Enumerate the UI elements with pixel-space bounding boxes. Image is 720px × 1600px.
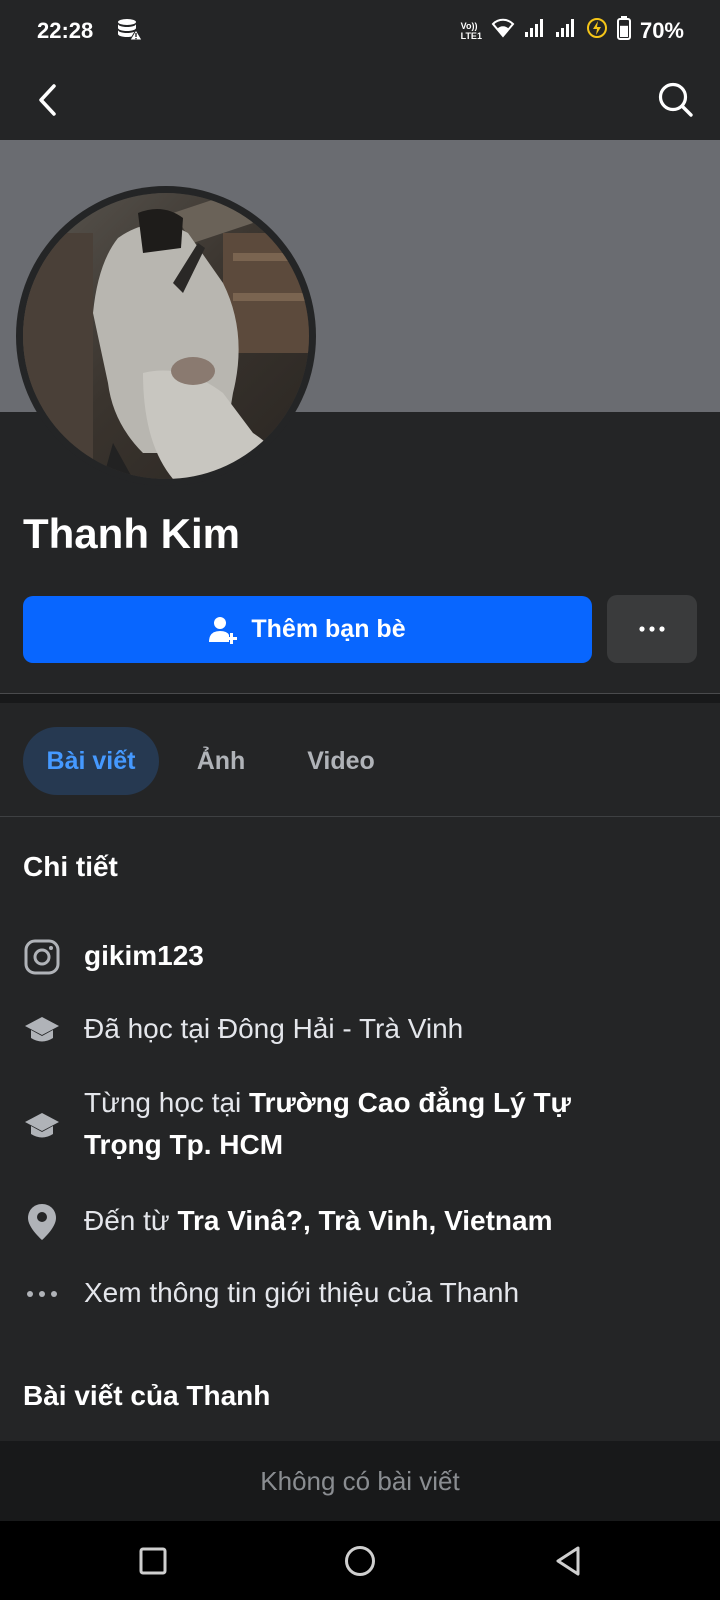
detail-see-about[interactable]: Xem thông tin giới thiệu của Thanh <box>0 1272 720 1316</box>
home-button[interactable] <box>340 1541 380 1581</box>
status-time: 22:28 <box>37 18 94 43</box>
back-nav-button[interactable] <box>548 1541 588 1581</box>
detail-instagram[interactable]: gikim123 <box>0 935 720 979</box>
hometown-place[interactable]: Tra Vinâ?, Trà Vinh, Vietnam <box>177 1205 552 1236</box>
volte-icon: Vo)) LTE1 <box>461 21 482 41</box>
profile-name: Thanh Kim <box>23 510 240 557</box>
add-friend-button[interactable]: Thêm bạn bè <box>23 596 592 663</box>
status-icons: Vo)) LTE1 70% <box>461 16 684 45</box>
search-icon <box>658 82 693 117</box>
battery-percent: 70% <box>639 17 684 43</box>
detail-studied-at: Đã học tại Đông Hải - Trà Vinh <box>0 1008 720 1052</box>
lte-label: LTE1 <box>460 30 482 41</box>
section-divider <box>0 693 720 703</box>
home-icon <box>345 1546 375 1576</box>
hometown-prefix: Đến từ <box>84 1205 178 1236</box>
instagram-handle: gikim123 <box>84 940 204 971</box>
wifi-icon <box>491 18 515 43</box>
studied-at-text: Đã học tại Đông Hải - Trà Vinh <box>84 1013 464 1044</box>
avatar[interactable] <box>23 193 309 479</box>
back-button[interactable] <box>26 78 70 122</box>
former-school-prefix: Từng học tại <box>84 1087 250 1118</box>
tab-divider <box>0 816 720 817</box>
database-sync-icon <box>116 18 143 42</box>
education-icon <box>24 1012 60 1048</box>
tab-photos[interactable]: Ảnh <box>180 727 262 795</box>
add-friend-label: Thêm bạn bè <box>251 615 406 643</box>
recents-button[interactable] <box>133 1541 173 1581</box>
detail-former-school: Từng học tại Trường Cao đẳng Lý Tự Trọng… <box>0 1082 720 1170</box>
system-nav-bar <box>0 1521 720 1600</box>
location-pin-icon <box>24 1204 60 1240</box>
app-bar <box>0 60 720 140</box>
status-bar: 22:28 Vo)) LTE1 70% <box>0 0 720 60</box>
education-icon <box>24 1108 60 1144</box>
more-dots-icon <box>24 1276 60 1312</box>
signal-icon-1 <box>524 18 546 43</box>
tab-videos[interactable]: Video <box>286 727 396 795</box>
battery-icon <box>616 16 631 45</box>
no-posts-message: Không có bài viết <box>0 1441 720 1521</box>
instagram-icon <box>24 939 60 975</box>
add-friend-icon <box>209 616 238 644</box>
battery-saver-icon <box>586 17 608 44</box>
more-dots-icon <box>639 626 665 632</box>
more-options-button[interactable] <box>607 595 697 663</box>
details-title: Chi tiết <box>23 851 118 882</box>
former-school-text: Từng học tại Trường Cao đẳng Lý Tự Trọng… <box>84 1082 640 1166</box>
hometown-text: Đến từ Tra Vinâ?, Trà Vinh, Vietnam <box>84 1200 640 1242</box>
chevron-left-icon <box>39 84 56 116</box>
detail-hometown: Đến từ Tra Vinâ?, Trà Vinh, Vietnam <box>0 1200 720 1244</box>
signal-icon-2 <box>555 18 577 43</box>
search-button[interactable] <box>654 78 698 122</box>
volte-label: Vo)) <box>460 20 478 31</box>
recents-icon <box>139 1547 167 1575</box>
no-posts-text: Không có bài viết <box>260 1465 460 1496</box>
back-triangle-icon <box>556 1546 580 1576</box>
see-about-text: Xem thông tin giới thiệu của Thanh <box>84 1277 520 1308</box>
posts-title: Bài viết của Thanh <box>23 1380 271 1411</box>
tab-posts[interactable]: Bài viết <box>23 727 159 795</box>
